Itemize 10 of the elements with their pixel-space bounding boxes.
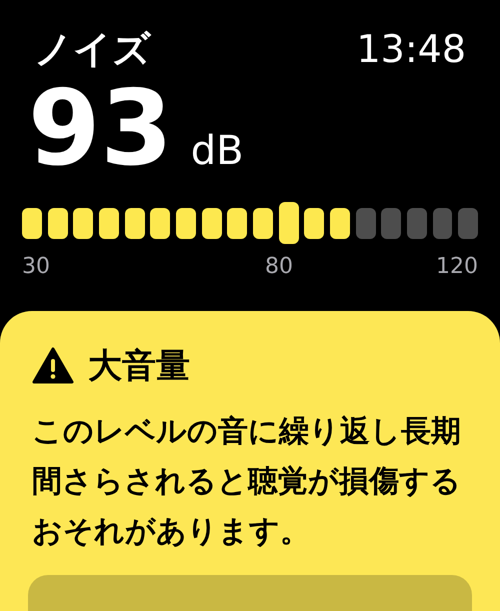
scale-label: 120 (436, 253, 478, 281)
scale-label: 80 (265, 253, 293, 281)
clock-time: 13:48 (356, 30, 466, 68)
app-title: ノイズ (34, 30, 151, 68)
alert-message: このレベルの音に繰り返し長期間さらされると聴覚が損傷するおそれがあります。 (32, 413, 462, 551)
scale-label: 30 (22, 253, 50, 281)
decibel-unit: dB (190, 131, 244, 171)
decibel-value: 93 (28, 76, 173, 180)
warning-icon (32, 347, 74, 385)
alert-title: 大音量 (88, 349, 190, 383)
